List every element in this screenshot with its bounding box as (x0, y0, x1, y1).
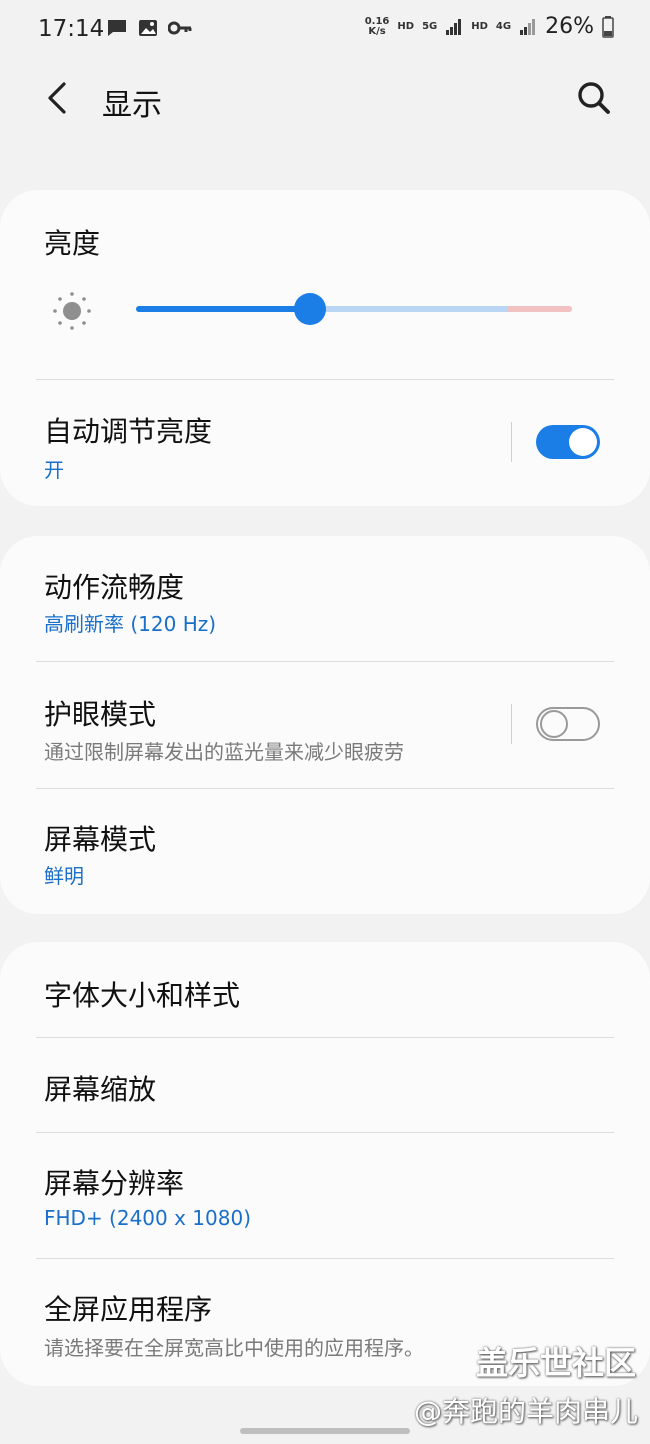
net-speed: 0.16 K/s (364, 15, 390, 37)
eye-comfort-title[interactable]: 护眼模式 (44, 693, 156, 733)
screen-mode-title[interactable]: 屏幕模式 (44, 818, 156, 858)
font-size-style-item[interactable]: 字体大小和样式 (44, 974, 240, 1014)
brightness-title: 亮度 (44, 227, 101, 260)
notification-icons (106, 18, 192, 38)
app-header: 显示 (0, 68, 650, 130)
motion-smoothness-title[interactable]: 动作流畅度 (44, 566, 184, 606)
message-icon (108, 20, 126, 36)
slider-thumb[interactable] (294, 293, 327, 325)
divider (36, 1037, 614, 1038)
chevron-left-icon (48, 82, 66, 114)
display-options-card: 动作流畅度 高刷新率 (120 Hz) 护眼模式 通过限制屏幕发出的蓝光量来减少… (0, 536, 650, 914)
back-button[interactable] (38, 78, 78, 118)
full-screen-apps-title[interactable]: 全屏应用程序 (44, 1288, 212, 1328)
auto-brightness-toggle[interactable] (536, 425, 600, 459)
hd-badge-1: HD (397, 20, 415, 32)
divider (36, 1258, 614, 1259)
gesture-home-bar[interactable] (240, 1428, 410, 1434)
vertical-separator (511, 704, 512, 744)
toggle-knob (540, 710, 568, 738)
net-speed-value: 0.16 (364, 15, 390, 27)
status-time: 17:14 (38, 16, 105, 42)
sun-icon (53, 292, 91, 330)
divider (36, 1132, 614, 1133)
full-screen-apps-desc: 请选择要在全屏宽高比中使用的应用程序。 (44, 1336, 424, 1360)
auto-brightness-status: 开 (44, 458, 64, 482)
divider (36, 788, 614, 789)
resolution-value: FHD+ (2400 x 1080) (44, 1206, 252, 1230)
slider-fill (136, 306, 311, 312)
battery-icon (602, 15, 614, 38)
eye-comfort-toggle[interactable] (536, 707, 600, 741)
battery-percent: 26% (545, 14, 594, 39)
brightness-slider[interactable] (136, 293, 572, 325)
net-speed-unit: K/s (368, 25, 386, 37)
search-icon (578, 82, 610, 114)
divider (36, 379, 614, 380)
page-title: 显示 (102, 88, 162, 123)
brightness-card: 亮度 自动调节亮度 开 (0, 190, 650, 506)
motion-smoothness-value: 高刷新率 (120 Hz) (44, 612, 217, 636)
screen-settings-card: 字体大小和样式 屏幕缩放 屏幕分辨率 FHD+ (2400 x 1080) 全屏… (0, 942, 650, 1386)
auto-brightness-title[interactable]: 自动调节亮度 (44, 410, 212, 450)
network-4g-label: 4G (495, 20, 512, 32)
status-bar: 17:14 0.16 K/s HD 5G HD 4G 26% (0, 0, 650, 58)
screen-mode-value: 鲜明 (44, 864, 84, 888)
signal-icon (520, 18, 536, 35)
system-indicators: 0.16 K/s HD 5G HD 4G 26% (365, 14, 614, 39)
image-icon (139, 20, 157, 36)
vertical-separator (511, 422, 512, 462)
key-icon (168, 21, 192, 35)
eye-comfort-desc: 通过限制屏幕发出的蓝光量来减少眼疲劳 (44, 740, 404, 764)
slider-high-brightness-zone (506, 306, 572, 312)
watermark-community: 盖乐世社区 (475, 1344, 636, 1382)
search-button[interactable] (574, 78, 614, 118)
signal-icon (446, 18, 462, 35)
toggle-knob (569, 428, 597, 456)
divider (36, 661, 614, 662)
screen-zoom-item[interactable]: 屏幕缩放 (44, 1068, 156, 1108)
hd-badge-2: HD (471, 20, 488, 32)
network-5g-label: 5G (422, 20, 438, 32)
watermark-author: @奔跑的羊肉串儿 (413, 1395, 638, 1428)
resolution-title[interactable]: 屏幕分辨率 (44, 1162, 184, 1202)
